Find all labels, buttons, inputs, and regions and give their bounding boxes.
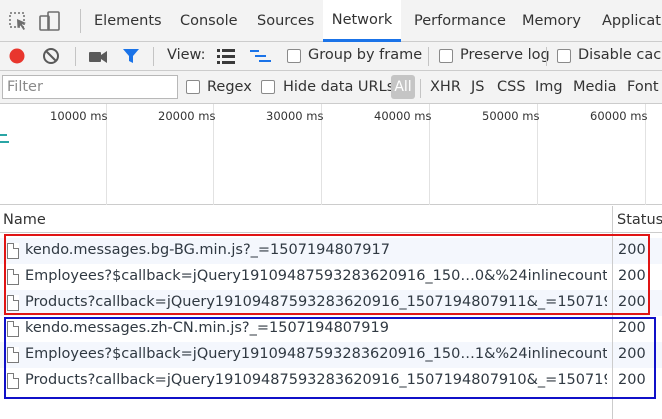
disable-cache-label: Disable cache (578, 47, 662, 63)
filter-font[interactable]: Font (627, 79, 659, 95)
tab-sources[interactable]: Sources (257, 0, 314, 42)
request-name: Employees?$callback=jQuery19109487593283… (25, 268, 607, 284)
filter-divider (420, 79, 421, 98)
group-by-frame-checkbox[interactable] (287, 49, 301, 63)
tab-application[interactable]: Applicatio (602, 0, 662, 42)
filter-bar: Regex Hide data URLs All XHR JS CSS Img … (0, 71, 662, 104)
network-overview-timeline[interactable]: 10000 ms 20000 ms 30000 ms 40000 ms 5000… (0, 104, 662, 205)
table-row[interactable]: Employees?$callback=jQuery19109487593283… (0, 264, 662, 290)
preserve-log-checkbox[interactable] (439, 49, 453, 63)
name-column-header[interactable]: Name (3, 212, 46, 228)
table-row[interactable]: Products?callback=jQuery1910948759328362… (0, 368, 662, 394)
network-toolbar: View: Group by frame Preserve log Disabl… (0, 42, 662, 71)
tab-memory[interactable]: Memory (522, 0, 581, 42)
screenshot-camera-icon[interactable] (88, 48, 108, 69)
regex-checkbox[interactable] (186, 80, 200, 94)
devtools-tab-bar: Elements Console Sources Network Perform… (0, 0, 662, 42)
tab-console[interactable]: Console (180, 0, 238, 42)
file-icon (7, 321, 19, 337)
tab-elements[interactable]: Elements (94, 0, 162, 42)
request-status: 200 (618, 372, 646, 388)
hide-data-urls-label: Hide data URLs (283, 79, 395, 95)
devtools-window: Elements Console Sources Network Perform… (0, 0, 662, 419)
filter-xhr[interactable]: XHR (430, 79, 461, 95)
waterfall-overview-icon[interactable] (250, 49, 272, 68)
toolbar-divider (153, 47, 154, 66)
group-by-frame-label: Group by frame (308, 47, 423, 63)
file-icon (7, 295, 19, 311)
toolbar-divider (428, 47, 429, 66)
overview-tick-label: 50000 ms (482, 109, 540, 123)
overview-tick-label: 30000 ms (266, 109, 324, 123)
filter-input[interactable] (2, 75, 178, 99)
record-button[interactable] (8, 47, 26, 69)
hide-data-urls-checkbox[interactable] (261, 80, 275, 94)
overview-tick-label: 60000 ms (590, 109, 648, 123)
request-status: 200 (618, 268, 646, 284)
filter-css[interactable]: CSS (497, 79, 526, 95)
overview-tick-label: 40000 ms (374, 109, 432, 123)
filter-js[interactable]: JS (471, 79, 484, 95)
request-name: kendo.messages.bg-BG.min.js?_=1507194807… (25, 242, 390, 258)
request-status: 200 (618, 294, 646, 310)
file-icon (7, 373, 19, 389)
table-row[interactable]: kendo.messages.zh-CN.min.js?_=1507194807… (0, 316, 662, 342)
filter-media[interactable]: Media (573, 79, 617, 95)
overview-request-bar (0, 141, 9, 143)
request-name: kendo.messages.zh-CN.min.js?_=1507194807… (25, 320, 389, 336)
inspect-element-icon[interactable] (7, 9, 31, 33)
filter-all-button[interactable]: All (391, 75, 415, 99)
status-column-header[interactable]: Status (617, 212, 662, 228)
view-label: View: (167, 47, 206, 63)
request-status: 200 (618, 320, 646, 336)
file-icon (7, 347, 19, 363)
tab-bar-divider (80, 9, 81, 33)
request-name: Products?callback=jQuery1910948759328362… (25, 372, 607, 388)
regex-label: Regex (207, 79, 252, 95)
preserve-log-label: Preserve log (460, 47, 550, 63)
toolbar-divider (546, 47, 547, 66)
overview-tick-label: 20000 ms (158, 109, 216, 123)
table-row[interactable]: kendo.messages.bg-BG.min.js?_=1507194807… (0, 238, 662, 264)
filter-img[interactable]: Img (535, 79, 563, 95)
request-status: 200 (618, 242, 646, 258)
request-status: 200 (618, 346, 646, 362)
filter-funnel-icon[interactable] (122, 48, 140, 69)
device-toolbar-icon[interactable] (38, 9, 62, 33)
disable-cache-checkbox[interactable] (557, 49, 571, 63)
overview-request-bar (0, 134, 7, 136)
toolbar-divider (75, 47, 76, 66)
clear-icon[interactable] (42, 47, 60, 69)
table-row[interactable]: Products?callback=jQuery1910948759328362… (0, 290, 662, 316)
request-name: Employees?$callback=jQuery19109487593283… (25, 346, 607, 362)
request-name: Products?callback=jQuery1910948759328362… (25, 294, 607, 310)
tab-performance[interactable]: Performance (414, 0, 506, 42)
file-icon (7, 243, 19, 259)
large-rows-icon[interactable] (217, 49, 235, 68)
overview-tick-label: 10000 ms (50, 109, 108, 123)
tab-network[interactable]: Network (323, 0, 401, 42)
request-table-header: Name Status (0, 206, 662, 233)
table-row[interactable]: Employees?$callback=jQuery19109487593283… (0, 342, 662, 368)
file-icon (7, 269, 19, 285)
status-column-divider (612, 206, 613, 419)
